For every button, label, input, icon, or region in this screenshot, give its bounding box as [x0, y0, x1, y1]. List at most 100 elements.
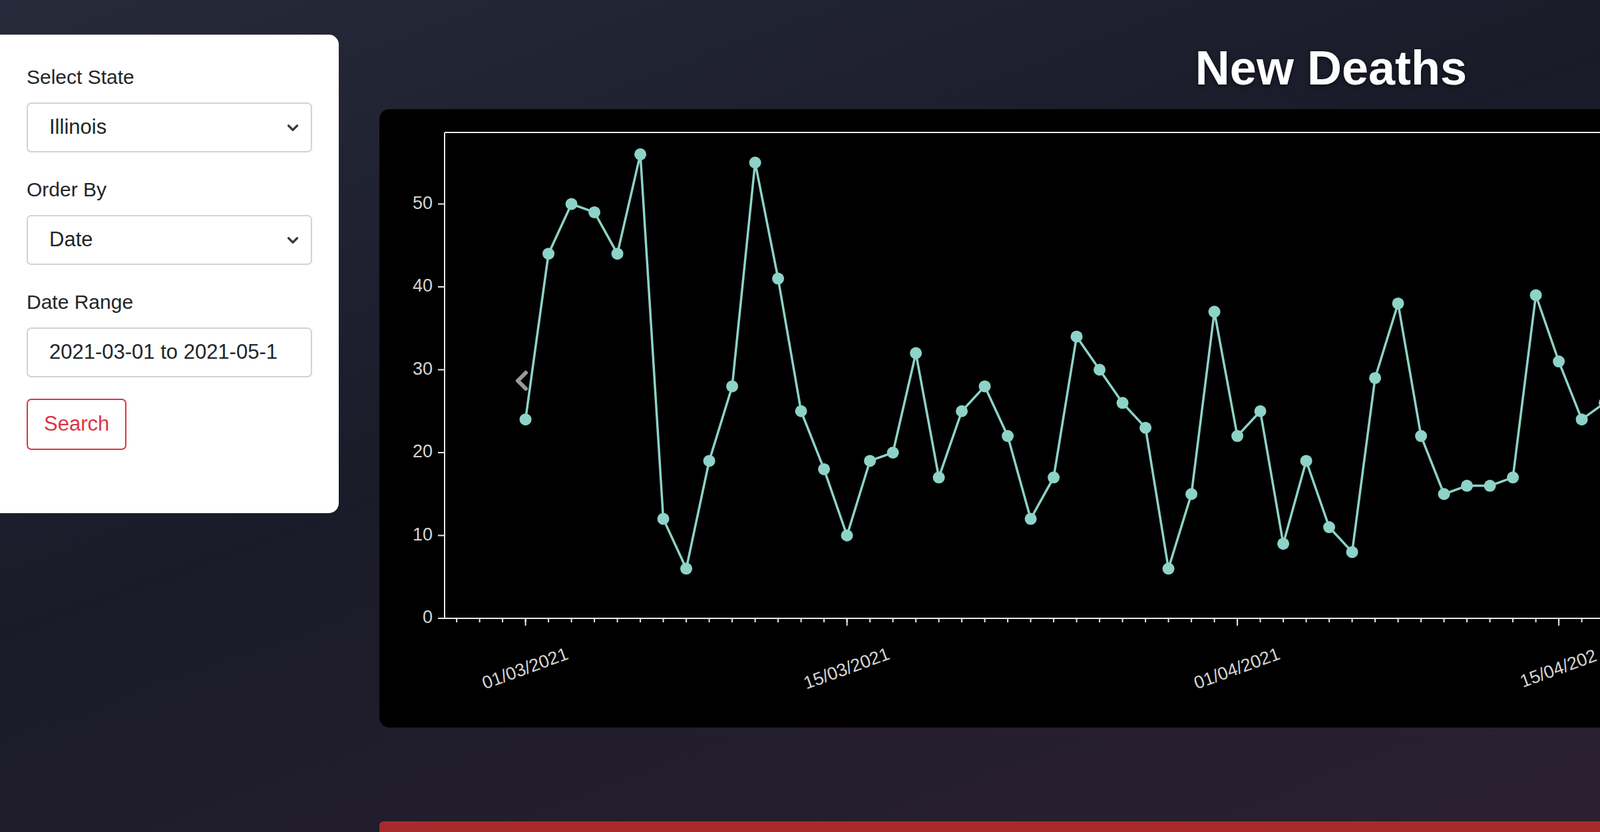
svg-text:10: 10 [412, 524, 433, 545]
data-point [955, 405, 968, 418]
sidebar-column: Select StateIllinoisOrder ByDateDate Ran… [0, 0, 339, 832]
form-field: Select StateIllinois [26, 65, 313, 153]
data-point [979, 380, 992, 393]
x-minor-tick [1581, 618, 1583, 623]
data-point [1139, 421, 1152, 434]
x-tick: 15/03/2021 [800, 618, 892, 693]
data-point [565, 198, 578, 211]
data-point [1093, 364, 1106, 377]
x-minor-tick [823, 618, 825, 623]
x-minor-tick [1512, 618, 1514, 623]
x-minor-tick [1006, 618, 1009, 623]
x-minor-tick [1489, 618, 1491, 623]
select-box[interactable]: Illinois [26, 102, 313, 153]
x-minor-tick [547, 618, 550, 623]
svg-text:15/03/2021: 15/03/2021 [800, 643, 892, 693]
x-minor-tick [892, 618, 894, 623]
data-point [909, 347, 922, 360]
x-minor-tick [501, 618, 504, 623]
data-point [1369, 372, 1382, 385]
data-point [1070, 330, 1083, 343]
x-minor-tick [685, 618, 687, 623]
x-minor-tick [593, 618, 596, 623]
y-tick: 40 [412, 275, 445, 296]
data-point [1438, 487, 1451, 500]
x-minor-tick [1466, 618, 1468, 623]
series-line [525, 154, 1600, 570]
x-minor-tick [662, 618, 665, 623]
x-minor-tick [1328, 618, 1330, 623]
data-point [1598, 396, 1600, 409]
x-minor-tick [1535, 618, 1537, 623]
x-minor-tick [708, 618, 711, 623]
x-minor-tick [571, 618, 573, 623]
data-point [657, 513, 670, 526]
x-tick: 01/04/2021 [1191, 618, 1283, 693]
x-minor-tick [1052, 618, 1055, 623]
x-minor-tick [479, 618, 481, 623]
y-tick: 20 [412, 441, 445, 462]
data-point [933, 471, 946, 484]
data-point [841, 529, 854, 542]
x-minor-tick [869, 618, 871, 623]
data-point [1506, 471, 1519, 484]
x-minor-tick [1076, 618, 1078, 623]
data-point [1392, 297, 1405, 310]
data-point [1484, 479, 1497, 492]
x-minor-tick [616, 618, 619, 623]
data-point [749, 156, 762, 169]
svg-text:50: 50 [412, 193, 433, 213]
text-input[interactable]: 2021-03-01 to 2021-05-1 [26, 327, 313, 378]
x-minor-tick [777, 618, 779, 623]
x-minor-tick [984, 618, 986, 623]
x-minor-tick [1144, 618, 1147, 623]
x-minor-tick [1190, 618, 1193, 623]
y-tick: 10 [412, 524, 445, 545]
filter-card: Select StateIllinoisOrder ByDateDate Ran… [0, 34, 339, 514]
data-point [795, 405, 808, 418]
data-point [1277, 537, 1290, 550]
data-point [887, 446, 900, 459]
x-minor-tick [1030, 618, 1032, 623]
x-tick: 01/03/2021 [479, 618, 571, 693]
chart-panel: 0102030405001/03/202115/03/202101/04/202… [379, 109, 1600, 728]
y-axis [443, 132, 446, 619]
main-column: New Deaths0102030405001/03/202115/03/202… [379, 0, 1600, 832]
x-minor-tick [1305, 618, 1308, 623]
data-point [1576, 413, 1589, 426]
line-chart: 0102030405001/03/202115/03/202101/04/202… [379, 109, 1600, 728]
field-label: Date Range [26, 290, 313, 315]
select-box[interactable]: Date [26, 214, 313, 265]
data-point [1300, 454, 1313, 467]
data-point [519, 413, 532, 426]
x-minor-tick [754, 618, 757, 623]
x-minor-tick [1443, 618, 1445, 623]
x-minor-tick [639, 618, 641, 623]
y-tick: 30 [412, 358, 445, 379]
data-point [634, 148, 647, 161]
select-value: Illinois [49, 111, 107, 144]
data-point [680, 562, 693, 575]
carousel-prev-icon[interactable] [517, 372, 526, 389]
search-button[interactable]: Search [26, 398, 127, 450]
data-point [1552, 355, 1565, 368]
data-point [1231, 429, 1244, 442]
data-point [1208, 305, 1221, 318]
x-minor-tick [1098, 618, 1101, 623]
data-point [1323, 521, 1336, 534]
data-point [611, 247, 624, 260]
search-row: Search [26, 398, 313, 450]
chart-title: New Deaths [1195, 43, 1467, 110]
input-value: 2021-03-01 to 2021-05-1 [49, 336, 278, 369]
data-point [863, 454, 876, 467]
x-minor-tick [800, 618, 802, 623]
data-point [542, 247, 555, 260]
x-minor-tick [1374, 618, 1376, 623]
chevron-down-icon [284, 231, 302, 249]
data-point [1460, 479, 1473, 492]
x-minor-tick [1168, 618, 1170, 623]
data-point [1047, 471, 1060, 484]
data-point [1530, 288, 1543, 301]
x-tick: 15/04/202 [1517, 618, 1600, 692]
data-point [1254, 405, 1267, 418]
